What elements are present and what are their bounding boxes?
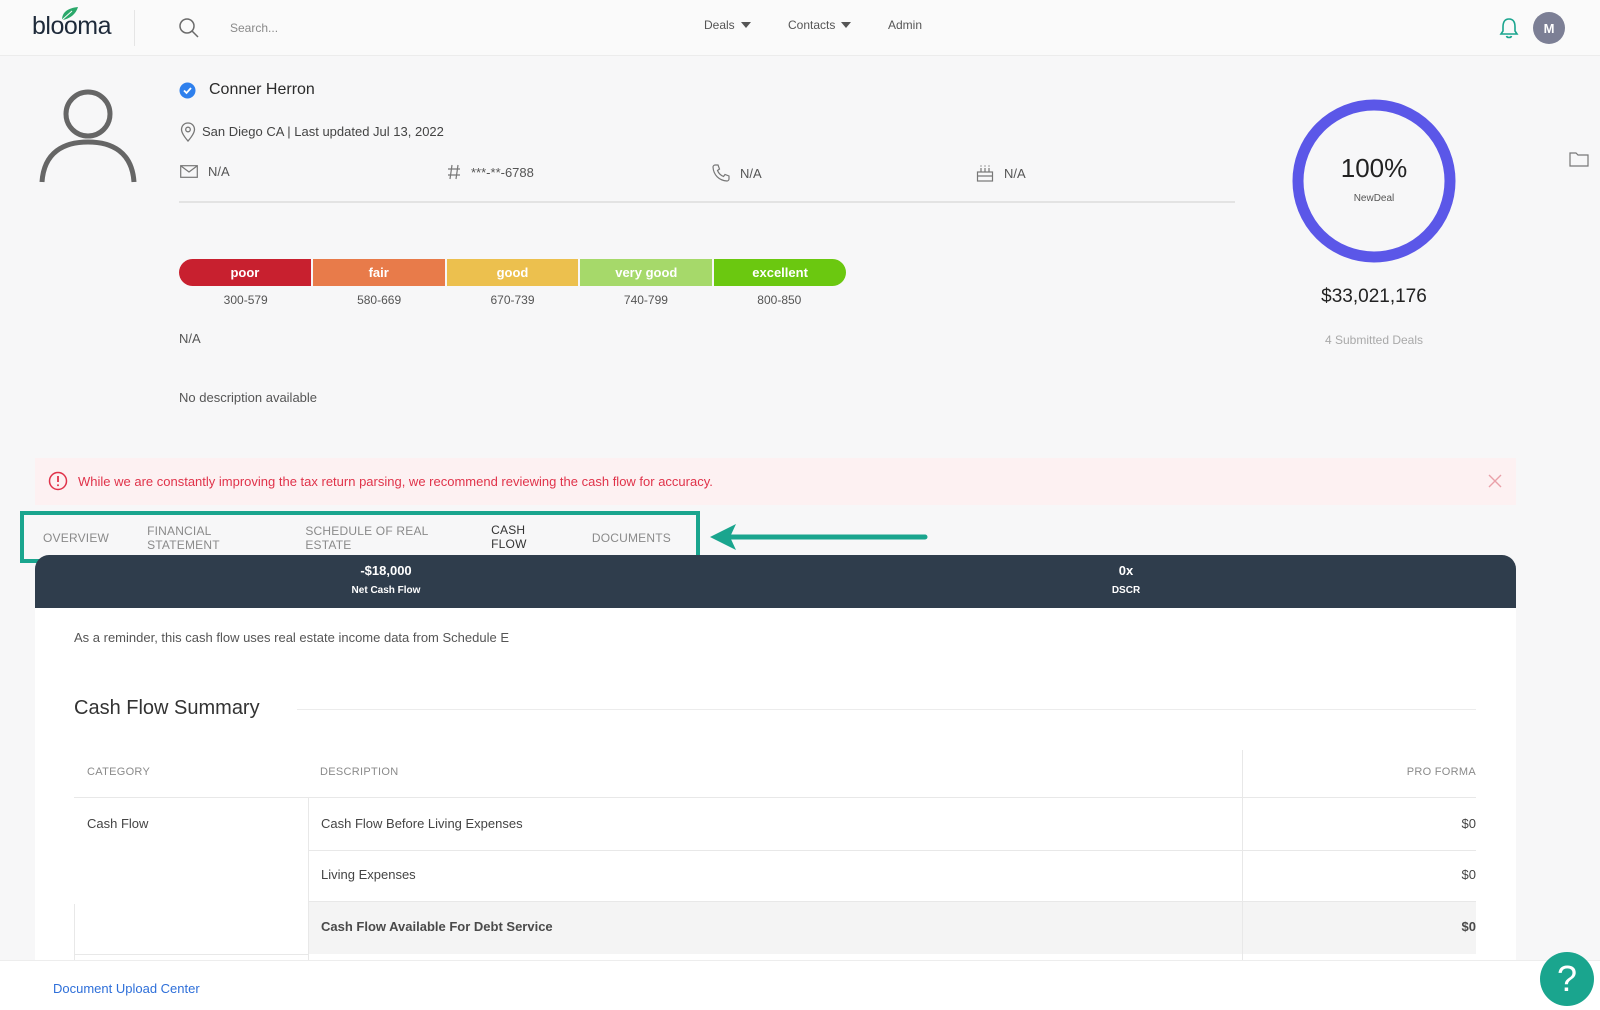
- dscr-label: DSCR: [1111, 585, 1141, 596]
- tax-id-info: ***-**-6788: [447, 164, 534, 180]
- dscr-value: 0x: [1118, 563, 1134, 578]
- footer: Document Upload Center: [0, 960, 1600, 1010]
- section-divider: [297, 709, 1476, 710]
- contact-name: Conner Herron: [209, 81, 315, 98]
- nav-contacts[interactable]: Contacts: [788, 18, 852, 32]
- email-value: N/A: [208, 164, 230, 179]
- credit-range: 580-669: [357, 293, 402, 307]
- credit-segment-excellent: excellent: [714, 259, 846, 286]
- mail-icon: [180, 165, 198, 178]
- user-placeholder-icon: [39, 89, 137, 183]
- credit-segment-good: good: [446, 259, 581, 286]
- credit-segment-very-good: very good: [580, 259, 715, 286]
- birthday-value: N/A: [1004, 165, 1026, 181]
- row-divider: [74, 797, 1476, 798]
- location-pin-icon: [180, 122, 196, 142]
- nav-deals-label: Deals: [704, 18, 735, 32]
- deal-progress-percent: 100%: [1340, 153, 1408, 183]
- row-description: Living Expenses: [321, 867, 416, 882]
- user-avatar[interactable]: M: [1533, 12, 1565, 44]
- nav-divider: [134, 10, 135, 46]
- phone-icon: [712, 164, 730, 182]
- row-value: $0: [1461, 816, 1476, 831]
- top-nav: blooma Deals Contacts Admin M: [0, 0, 1600, 56]
- header-pro-forma: PRO FORMA: [1406, 766, 1476, 778]
- deal-stage: NewDeal: [1353, 193, 1395, 204]
- row-value: $0: [1461, 867, 1476, 882]
- row-description: Cash Flow Before Living Expenses: [321, 816, 523, 831]
- row-value-total: $0: [1461, 919, 1476, 934]
- pointer-arrow-icon: [710, 524, 928, 550]
- cash-flow-content: As a reminder, this cash flow uses real …: [35, 608, 1516, 960]
- blooma-logo[interactable]: blooma: [32, 7, 112, 41]
- column-divider: [1242, 750, 1243, 960]
- help-button[interactable]: ?: [1540, 952, 1594, 1006]
- phone-value: N/A: [740, 165, 762, 181]
- credit-range: 740-799: [623, 293, 668, 307]
- header-description: DESCRIPTION: [320, 766, 399, 778]
- column-divider: [74, 904, 75, 960]
- alert-message: While we are constantly improving the ta…: [78, 474, 713, 489]
- hash-icon: [448, 164, 460, 180]
- schedule-e-reminder: As a reminder, this cash flow uses real …: [74, 630, 509, 645]
- nav-contacts-label: Contacts: [788, 18, 836, 32]
- net-cash-flow-label: Net Cash Flow: [351, 585, 421, 596]
- credit-score-value: N/A: [179, 331, 201, 346]
- submitted-deals[interactable]: 4 Submitted Deals: [1290, 333, 1458, 347]
- category-cell: Cash Flow: [87, 816, 149, 831]
- nav-admin-label: Admin: [888, 18, 923, 32]
- row-description-total: Cash Flow Available For Debt Service: [321, 919, 553, 934]
- birthday-info: N/A: [976, 164, 1026, 182]
- tax-id-value: ***-**-6788: [471, 164, 534, 180]
- credit-segment-poor: poor: [179, 259, 313, 286]
- email-info: N/A: [180, 164, 230, 179]
- warning-circle-icon: [48, 471, 68, 491]
- credit-range: 300-579: [223, 293, 268, 307]
- deal-amount: $33,021,176: [1321, 286, 1427, 307]
- credit-score-bar: poor fair good very good excellent: [179, 259, 846, 286]
- leaf-icon: [61, 7, 78, 21]
- cash-flow-summary-bar: -$18,000 Net Cash Flow 0x DSCR: [35, 555, 1516, 608]
- row-divider: [308, 850, 1476, 851]
- document-upload-center-link[interactable]: Document Upload Center: [53, 981, 200, 996]
- folder-icon[interactable]: [1569, 151, 1589, 167]
- tax-parsing-alert: While we are constantly improving the ta…: [35, 458, 1516, 505]
- column-divider: [308, 798, 309, 960]
- verified-icon: [179, 82, 196, 99]
- bell-icon[interactable]: [1498, 16, 1520, 40]
- header-category: CATEGORY: [87, 766, 151, 778]
- chevron-down-icon: [841, 22, 852, 28]
- phone-info: N/A: [712, 164, 762, 182]
- credit-range: 670-739: [490, 293, 535, 307]
- search-input[interactable]: [230, 16, 610, 40]
- row-divider: [74, 954, 308, 955]
- profile-divider: [179, 201, 1235, 203]
- cash-flow-summary-title: Cash Flow Summary: [74, 697, 260, 719]
- search-icon[interactable]: [178, 17, 200, 39]
- net-cash-flow-value: -$18,000: [360, 563, 412, 578]
- location-updated: San Diego CA | Last updated Jul 13, 2022: [202, 124, 444, 139]
- close-icon[interactable]: [1488, 474, 1502, 488]
- birthday-cake-icon: [976, 165, 994, 182]
- credit-range: 800-850: [757, 293, 802, 307]
- credit-segment-fair: fair: [312, 259, 447, 286]
- row-divider: [308, 901, 1476, 902]
- nav-admin[interactable]: Admin: [888, 18, 922, 32]
- nav-deals[interactable]: Deals: [704, 18, 751, 32]
- chevron-down-icon: [740, 22, 751, 28]
- contact-description: No description available: [179, 390, 318, 405]
- credit-score-ranges: 300-579 580-669 670-739 740-799 800-850: [179, 293, 846, 307]
